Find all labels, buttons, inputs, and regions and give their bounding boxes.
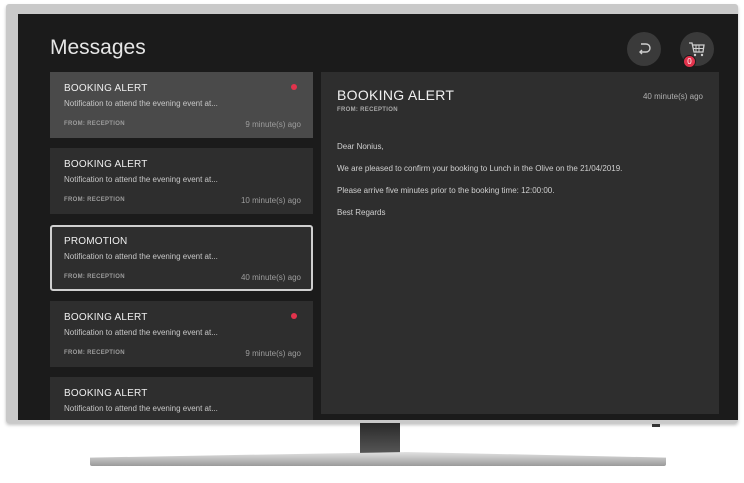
message-title: BOOKING ALERT (64, 83, 148, 94)
detail-paragraph: We are pleased to confirm your booking t… (337, 164, 623, 173)
message-title: BOOKING ALERT (64, 159, 148, 170)
back-button[interactable] (627, 32, 661, 66)
message-card[interactable]: BOOKING ALERT Notification to attend the… (50, 377, 313, 420)
unread-dot (291, 84, 297, 90)
message-sender: FROM: RECEPTION (64, 274, 125, 280)
tv-stand-base (90, 452, 666, 466)
back-arrow-icon (639, 43, 651, 55)
message-time: 9 minute(s) ago (245, 349, 301, 358)
message-snippet: Notification to attend the evening event… (64, 99, 218, 108)
message-sender: FROM: RECEPTION (64, 350, 125, 356)
detail-paragraph: Dear Nonius, (337, 142, 384, 151)
message-snippet: Notification to attend the evening event… (64, 252, 218, 261)
tv-sensor (652, 424, 660, 427)
message-card[interactable]: BOOKING ALERT Notification to attend the… (50, 301, 313, 367)
message-card[interactable]: BOOKING ALERT Notification to attend the… (50, 72, 313, 138)
unread-dot (291, 313, 297, 319)
message-snippet: Notification to attend the evening event… (64, 175, 218, 184)
message-card[interactable]: BOOKING ALERT Notification to attend the… (50, 148, 313, 214)
cart-count-badge: 0 (683, 55, 696, 68)
message-sender: FROM: RECEPTION (64, 197, 125, 203)
detail-sender: FROM: RECEPTION (337, 107, 398, 113)
message-title: BOOKING ALERT (64, 388, 148, 399)
message-time: 9 minute(s) ago (245, 120, 301, 129)
message-time: 40 minute(s) ago (240, 273, 301, 282)
message-snippet: Notification to attend the evening event… (64, 328, 218, 337)
detail-title: BOOKING ALERT (337, 87, 455, 103)
tv-stand-neck (360, 423, 400, 453)
page-title: Messages (50, 36, 146, 59)
detail-paragraph: Best Regards (337, 208, 386, 217)
tv-screen: Messages 0 BOOKING ALERT Notification to… (18, 14, 738, 420)
detail-paragraph: Please arrive five minutes prior to the … (337, 186, 555, 195)
detail-body: Dear Nonius, We are pleased to confirm y… (337, 142, 707, 230)
message-title: BOOKING ALERT (64, 312, 148, 323)
message-detail-panel: BOOKING ALERT FROM: RECEPTION 40 minute(… (321, 72, 719, 414)
tv-frame: Messages 0 BOOKING ALERT Notification to… (6, 4, 738, 423)
message-time: 10 minute(s) ago (240, 196, 301, 205)
message-snippet: Notification to attend the evening event… (64, 404, 218, 413)
message-sender: FROM: RECEPTION (64, 121, 125, 127)
message-card[interactable]: PROMOTION Notification to attend the eve… (50, 225, 313, 291)
detail-time: 40 minute(s) ago (642, 92, 703, 101)
message-title: PROMOTION (64, 236, 128, 247)
